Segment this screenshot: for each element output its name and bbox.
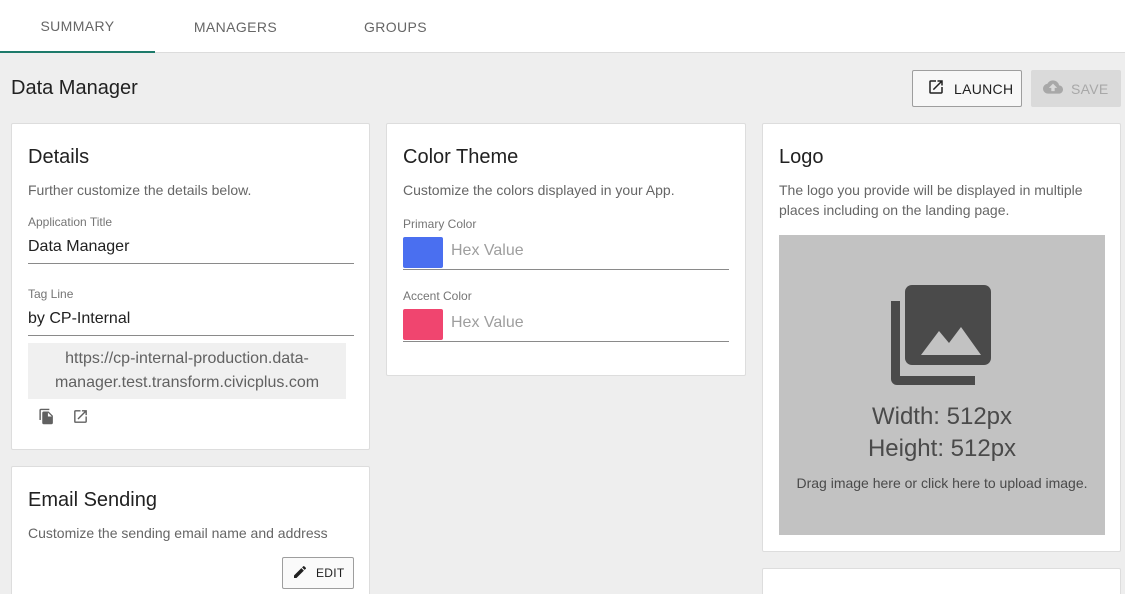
open-url-icon[interactable]	[70, 406, 90, 426]
logo-width-text: Width: 512px	[871, 403, 1013, 430]
save-label: SAVE	[1071, 80, 1109, 97]
launch-button[interactable]: LAUNCH	[912, 70, 1022, 107]
details-subtitle: Further customize the details below.	[28, 182, 252, 198]
copy-icon[interactable]	[36, 406, 56, 426]
tab-groups[interactable]: GROUPS	[318, 0, 473, 53]
app-url-box: https://cp-internal-production.data- man…	[28, 343, 346, 399]
email-sending-subtitle: Customize the sending email name and add…	[28, 525, 328, 541]
accent-color-swatch[interactable]	[403, 309, 443, 340]
edit-label: EDIT	[316, 566, 345, 580]
tab-managers[interactable]: MANAGERS	[158, 0, 313, 53]
color-theme-subtitle: Customize the colors displayed in your A…	[403, 182, 675, 198]
details-title: Details	[28, 146, 90, 168]
logo-height-text: Height: 512px	[867, 435, 1017, 462]
tagline-label: Tag Line	[28, 287, 74, 301]
page-title: Data Manager	[11, 77, 138, 99]
app-title-field[interactable]: Data Manager	[28, 238, 354, 264]
app-url-line-2: manager.test.transform.civicplus.com	[54, 374, 320, 391]
edit-email-button[interactable]: EDIT	[282, 557, 354, 589]
logo-upload-dropzone[interactable]: Width: 512px Height: 512px Drag image he…	[779, 235, 1105, 535]
cloud-upload-icon	[1043, 77, 1071, 100]
pencil-icon	[292, 564, 316, 583]
app-title-label: Application Title	[28, 215, 113, 229]
primary-color-swatch[interactable]	[403, 237, 443, 268]
details-card: Details Further customize the details be…	[11, 123, 370, 450]
logo-title: Logo	[779, 146, 824, 168]
color-theme-card: Color Theme Customize the colors display…	[386, 123, 746, 376]
app-url-line-1: https://cp-internal-production.data-	[65, 350, 309, 367]
tagline-field[interactable]: by CP-Internal	[28, 310, 354, 336]
open-in-new-icon	[927, 78, 954, 99]
tab-summary[interactable]: SUMMARY	[0, 0, 155, 53]
additional-card	[762, 568, 1121, 594]
color-theme-title: Color Theme	[403, 146, 519, 168]
accent-color-label: Accent Color	[403, 289, 472, 303]
accent-hex-input[interactable]	[451, 314, 721, 332]
logo-subtitle-line-1: The logo you provide will be displayed i…	[779, 182, 1083, 198]
logo-subtitle-line-2: places including on the landing page.	[779, 202, 1010, 218]
image-library-icon	[891, 285, 991, 390]
primary-color-field	[403, 237, 729, 270]
save-button[interactable]: SAVE	[1031, 70, 1121, 107]
logo-drop-hint: Drag image here or click here to upload …	[796, 475, 1088, 491]
tab-bar: SUMMARY MANAGERS GROUPS	[0, 0, 1125, 53]
email-sending-title: Email Sending	[28, 489, 157, 511]
primary-color-label: Primary Color	[403, 217, 477, 231]
accent-color-field	[403, 309, 729, 342]
logo-card: Logo The logo you provide will be displa…	[762, 123, 1121, 552]
launch-label: LAUNCH	[954, 80, 1014, 97]
email-sending-card: Email Sending Customize the sending emai…	[11, 466, 370, 594]
logo-subtitle: The logo you provide will be displayed i…	[779, 180, 1083, 220]
primary-hex-input[interactable]	[451, 242, 721, 260]
